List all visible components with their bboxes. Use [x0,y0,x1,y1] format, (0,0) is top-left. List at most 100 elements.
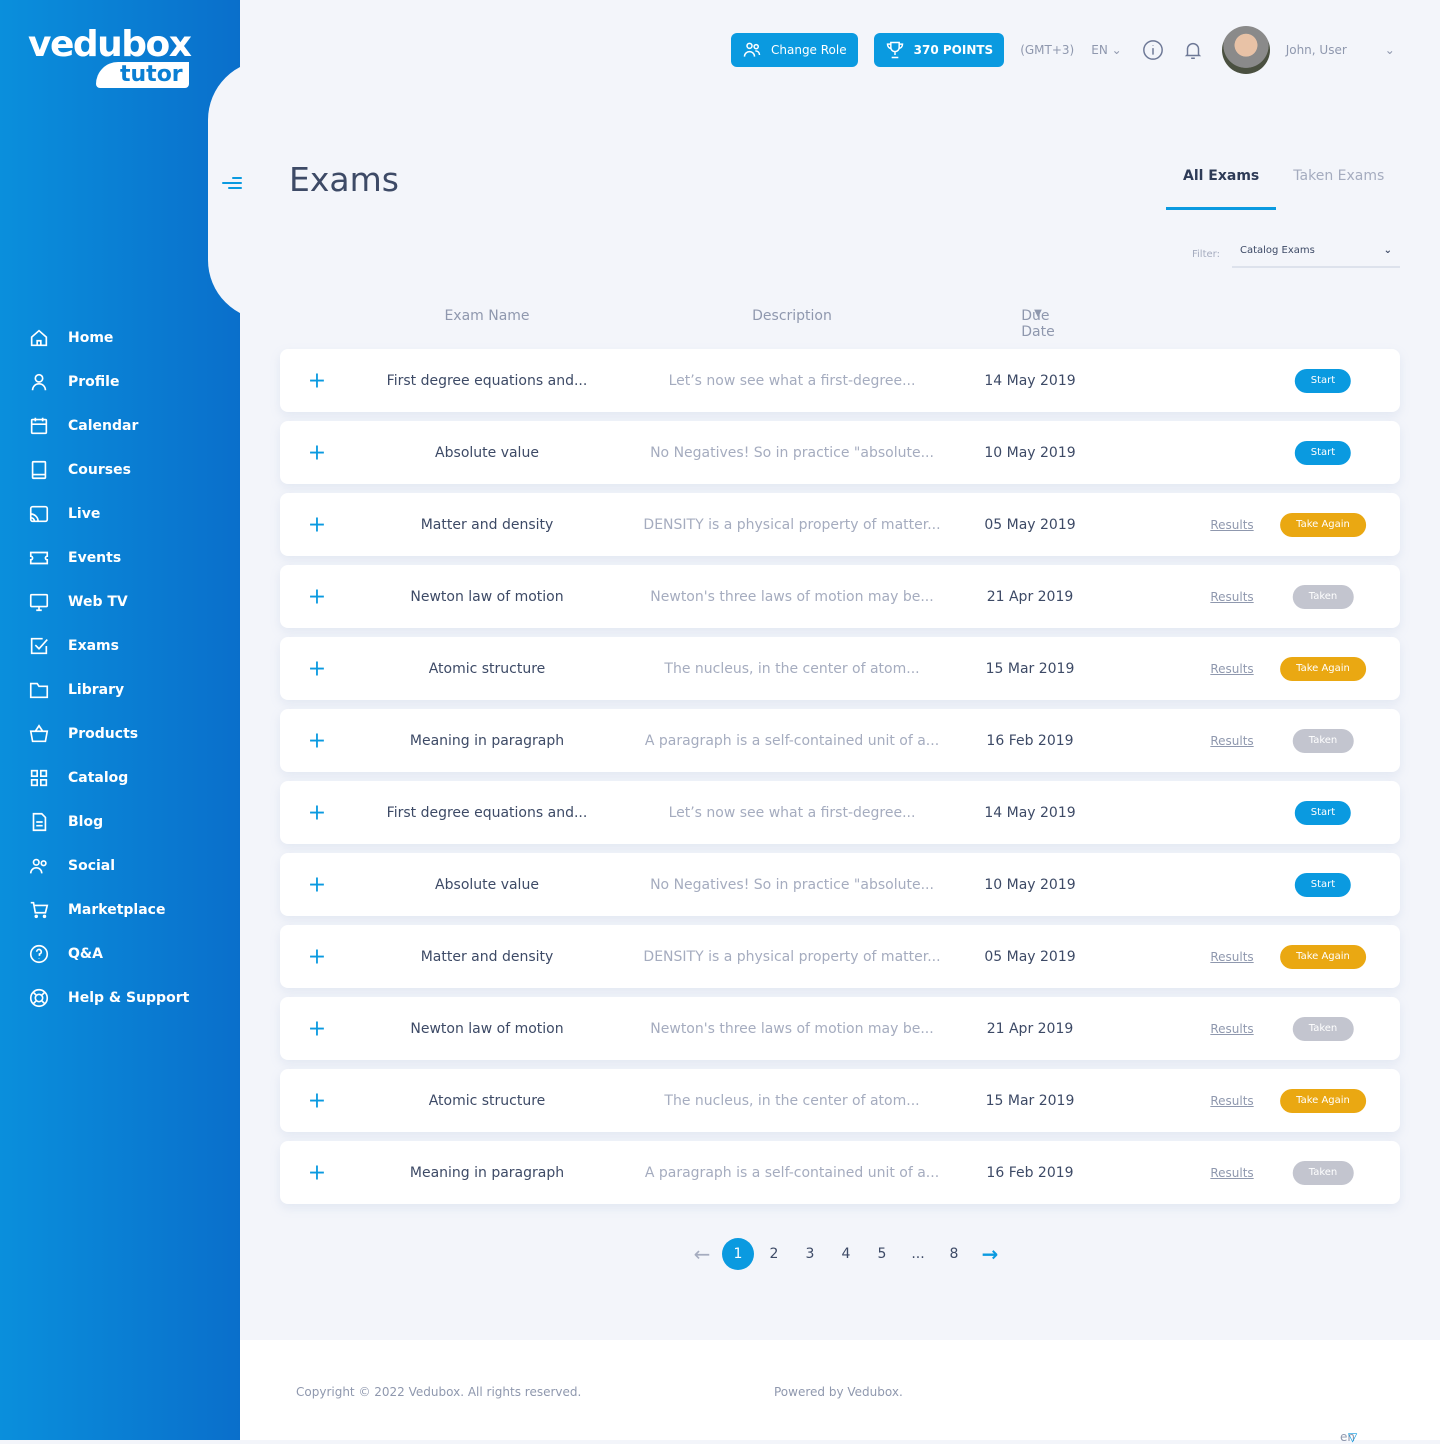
results-link[interactable]: Results [1210,590,1253,604]
results-link[interactable]: Results [1210,662,1253,676]
filter-select[interactable]: Catalog Exams ⌄ [1231,240,1400,268]
sidebar-item-catalog[interactable]: Catalog [28,756,189,800]
page-5[interactable]: 5 [864,1246,900,1262]
menu-toggle-icon[interactable] [222,174,242,192]
exam-action-button[interactable]: Start [1294,368,1352,393]
chevron-down-icon: ⌄ [1111,43,1122,57]
exam-name: Atomic structure [428,660,546,677]
sidebar-item-label: Blog [68,814,104,830]
expand-plus-icon[interactable]: + [308,1088,326,1113]
table-row: + Meaning in paragraph A paragraph is a … [280,709,1400,772]
results-link[interactable]: Results [1210,1166,1253,1180]
vedubox-logo[interactable]: vedubox tutor [28,26,192,88]
sidebar-item-profile[interactable]: Profile [28,360,189,404]
header-exam-name[interactable]: Exam Name [444,308,529,324]
chevron-down-icon: ⌄ [1383,245,1392,256]
sidebar-item-courses[interactable]: Courses [28,448,189,492]
exam-action-button[interactable]: Take Again [1280,656,1366,681]
exam-action-button[interactable]: Take Again [1280,944,1366,969]
expand-plus-icon[interactable]: + [308,368,326,393]
user-name[interactable]: John, User [1286,43,1347,57]
exam-name: Absolute value [435,876,539,893]
info-icon[interactable] [1142,39,1164,61]
sidebar-item-web-tv[interactable]: Web TV [28,580,189,624]
page-8[interactable]: 8 [936,1246,972,1262]
sidebar-item-exams[interactable]: Exams [28,624,189,668]
results-link[interactable]: Results [1210,1094,1253,1108]
next-arrow-icon[interactable]: → [972,1242,1008,1266]
sidebar-item-label: Marketplace [68,902,166,918]
results-link[interactable]: Results [1210,518,1253,532]
exam-description: DENSITY is a physical property of matter… [643,948,941,965]
timezone: (GMT+3) [1020,43,1075,57]
due-date: 21 Apr 2019 [986,588,1074,605]
calendar-icon [30,417,48,435]
bell-icon[interactable] [1182,39,1204,61]
table-row: + First degree equations and... Let’s no… [280,349,1400,412]
table-row: + Newton law of motion Newton's three la… [280,997,1400,1060]
expand-plus-icon[interactable]: + [308,728,326,753]
header-description[interactable]: Description [752,308,832,324]
page-2[interactable]: 2 [756,1246,792,1262]
sidebar-item-social[interactable]: Social [28,844,189,888]
sidebar-item-help-support[interactable]: Help & Support [28,976,189,1020]
exam-action-button[interactable]: Start [1294,872,1352,897]
expand-plus-icon[interactable]: + [308,1160,326,1185]
expand-plus-icon[interactable]: + [308,512,326,537]
sidebar-item-label: Products [68,726,139,742]
sidebar-item-marketplace[interactable]: Marketplace [28,888,189,932]
results-link[interactable]: Results [1210,1022,1253,1036]
exam-description: DENSITY is a physical property of matter… [643,516,941,533]
exam-action-button[interactable]: Take Again [1280,1088,1366,1113]
exam-action-button[interactable]: Take Again [1280,512,1366,537]
due-date: 16 Feb 2019 [986,732,1074,749]
sidebar-item-home[interactable]: Home [28,316,189,360]
results-link[interactable]: Results [1210,950,1253,964]
expand-plus-icon[interactable]: + [308,656,326,681]
sidebar-item-products[interactable]: Products [28,712,189,756]
exam-action-button[interactable]: Taken [1292,1016,1354,1041]
exam-description: The nucleus, in the center of atom... [664,660,920,677]
avatar[interactable] [1221,26,1270,74]
book-icon [31,460,47,480]
expand-plus-icon[interactable]: + [308,872,326,897]
sidebar-item-events[interactable]: Events [28,536,189,580]
user-menu-chevron-icon[interactable]: ⌄ [1385,43,1395,57]
expand-plus-icon[interactable]: + [308,584,326,609]
expand-plus-icon[interactable]: + [308,800,326,825]
results-link[interactable]: Results [1210,734,1253,748]
due-date: 05 May 2019 [984,516,1076,533]
sidebar-item-calendar[interactable]: Calendar [28,404,189,448]
points-button[interactable]: 370 POINTS [873,33,1005,67]
sidebar-item-blog[interactable]: Blog [28,800,189,844]
table-header: Exam Name Description Due Date ▼ [280,308,1400,340]
page-1[interactable]: 1 [722,1238,754,1270]
monitor-icon [29,593,49,612]
sidebar-item-library[interactable]: Library [28,668,189,712]
expand-plus-icon[interactable]: + [308,944,326,969]
exam-action-button[interactable]: Taken [1292,728,1354,753]
table-row: + Absolute value No Negatives! So in pra… [280,853,1400,916]
prev-arrow-icon[interactable]: ← [684,1242,720,1266]
exam-action-button[interactable]: Start [1294,440,1352,465]
page-3[interactable]: 3 [792,1246,828,1262]
filter-label: Filter: [1192,248,1220,260]
page-4[interactable]: 4 [828,1246,864,1262]
sidebar-nav: Home Profile Calendar Courses Live Events Web … [28,316,189,1020]
expand-plus-icon[interactable]: + [308,440,326,465]
expand-plus-icon[interactable]: + [308,1016,326,1041]
change-role-label: Change Role [771,43,847,57]
user-icon [31,373,47,391]
change-role-button[interactable]: Change Role [731,33,858,67]
tab-all-exams[interactable]: All Exams [1166,168,1277,210]
language-select[interactable]: EN ⌄ [1091,43,1121,57]
filter: Filter: Catalog Exams ⌄ [1192,240,1400,268]
sidebar-item-q-a[interactable]: Q&A [28,932,189,976]
exam-name: Newton law of motion [410,588,564,605]
tab-taken-exams[interactable]: Taken Exams [1276,168,1401,210]
exam-action-button[interactable]: Start [1294,800,1352,825]
sidebar-item-live[interactable]: Live [28,492,189,536]
language-label: EN [1091,43,1108,57]
exam-action-button[interactable]: Taken [1292,1160,1354,1185]
exam-action-button[interactable]: Taken [1292,584,1354,609]
